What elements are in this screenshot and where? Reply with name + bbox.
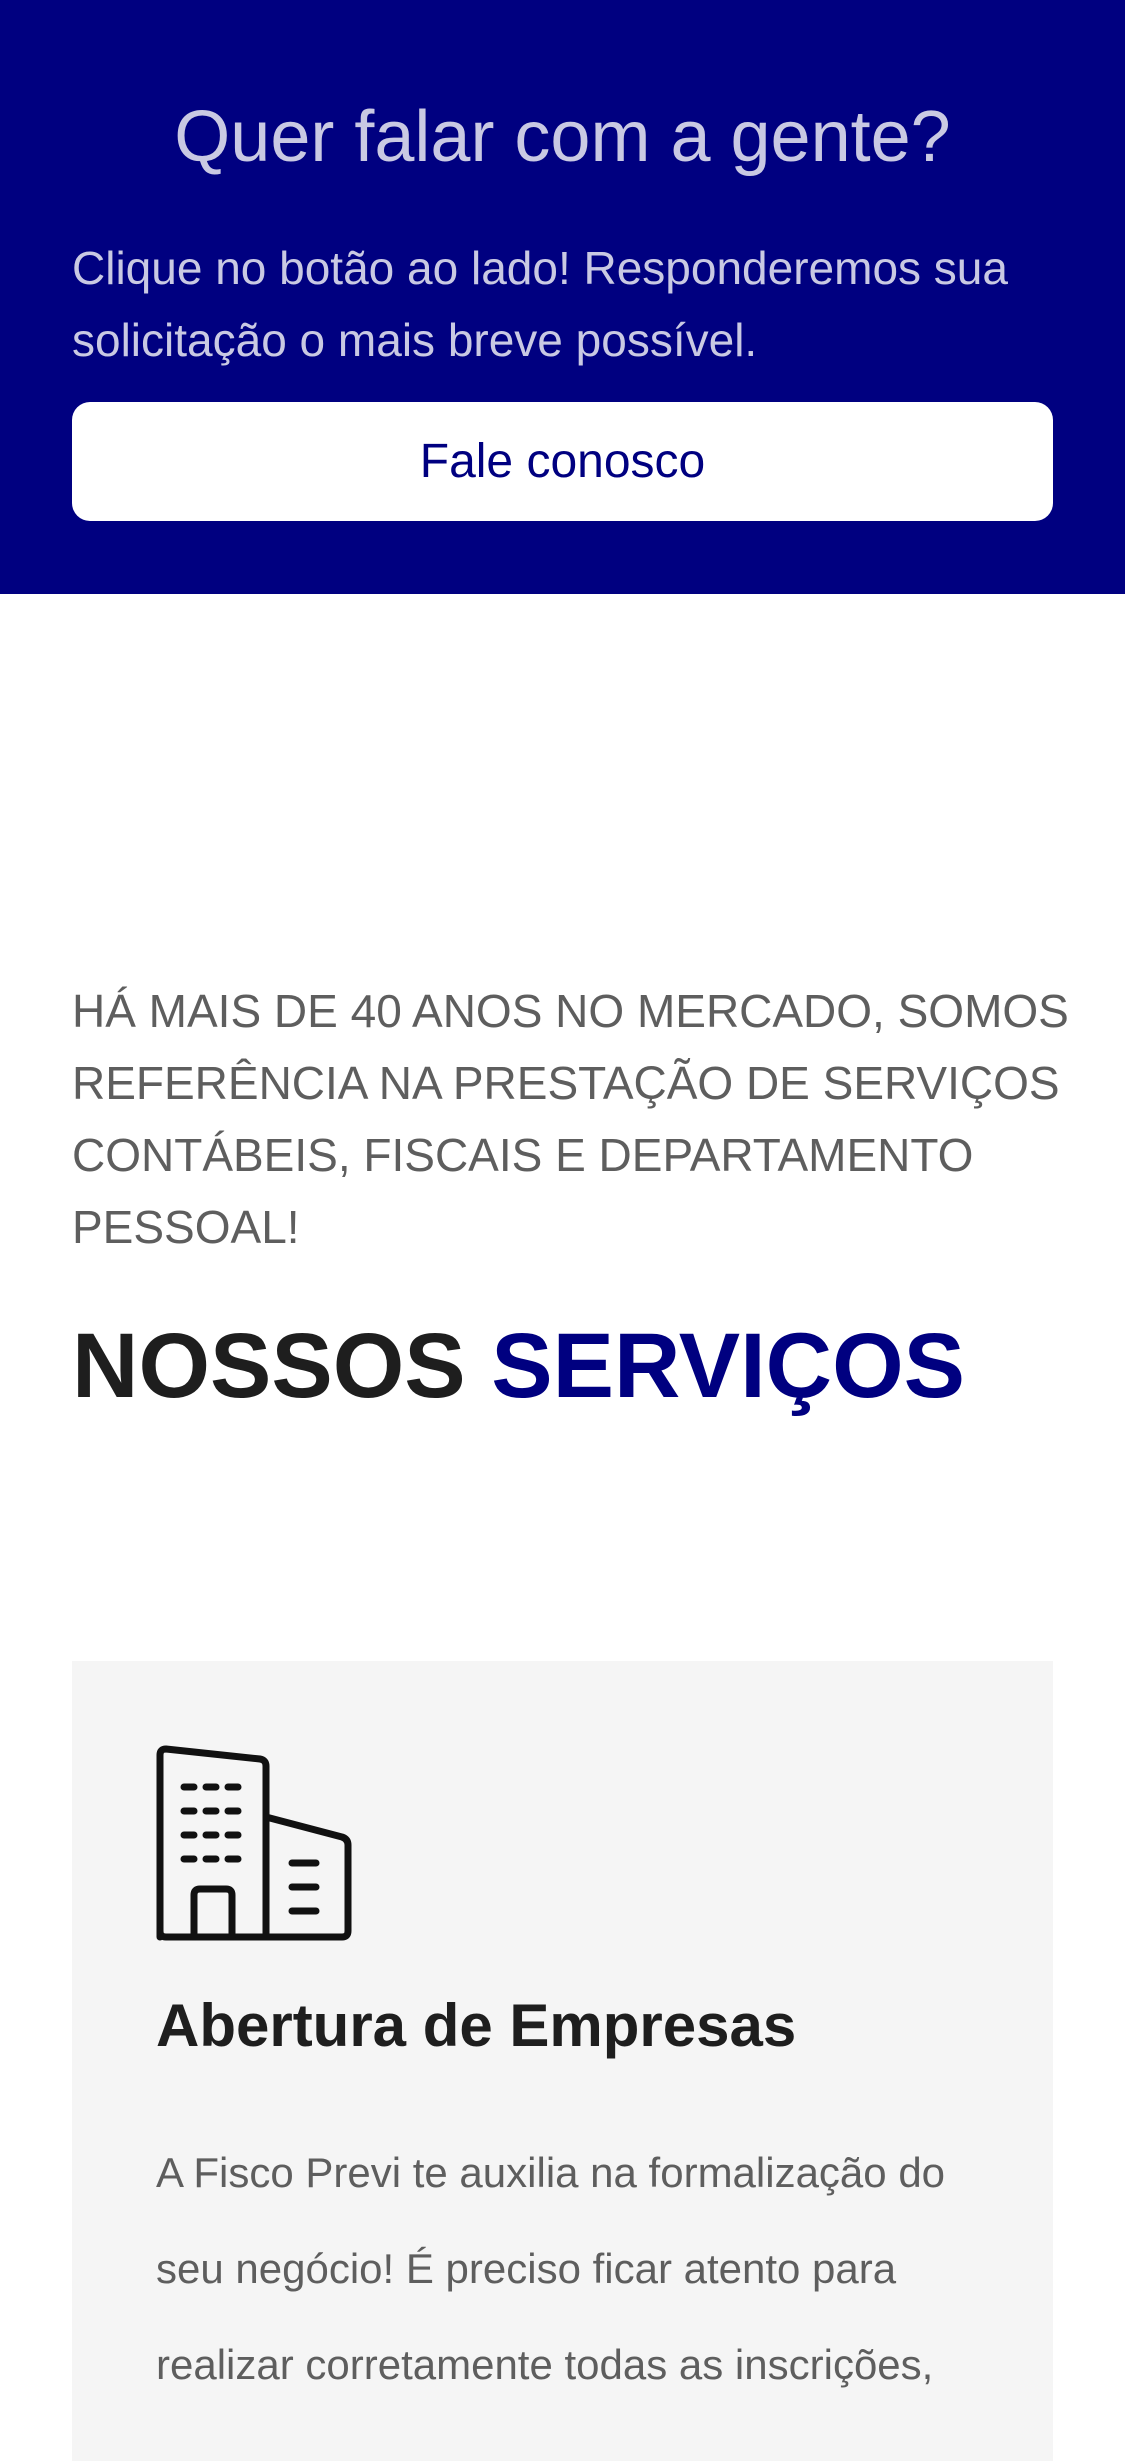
- services-heading-part1: NOSSOS: [72, 1315, 492, 1417]
- contact-us-button[interactable]: Fale conosco: [72, 402, 1053, 521]
- building-icon: [156, 1745, 352, 1941]
- services-heading: NOSSOS SERVIÇOS: [72, 1314, 965, 1418]
- contact-banner: Quer falar com a gente? Clique no botão …: [0, 0, 1125, 594]
- contact-title: Quer falar com a gente?: [174, 97, 951, 177]
- service-card: Abertura de Empresas A Fisco Previ te au…: [72, 1661, 1053, 2461]
- services-heading-accent: SERVIÇOS: [491, 1315, 966, 1417]
- service-title: Abertura de Empresas: [156, 1992, 797, 2059]
- intro-text: HÁ MAIS DE 40 ANOS NO MERCADO, SOMOS REF…: [72, 985, 1069, 1253]
- service-description: A Fisco Previ te auxilia na formalização…: [156, 2149, 946, 2388]
- contact-text: Clique no botão ao lado! Responderemos s…: [72, 242, 1008, 366]
